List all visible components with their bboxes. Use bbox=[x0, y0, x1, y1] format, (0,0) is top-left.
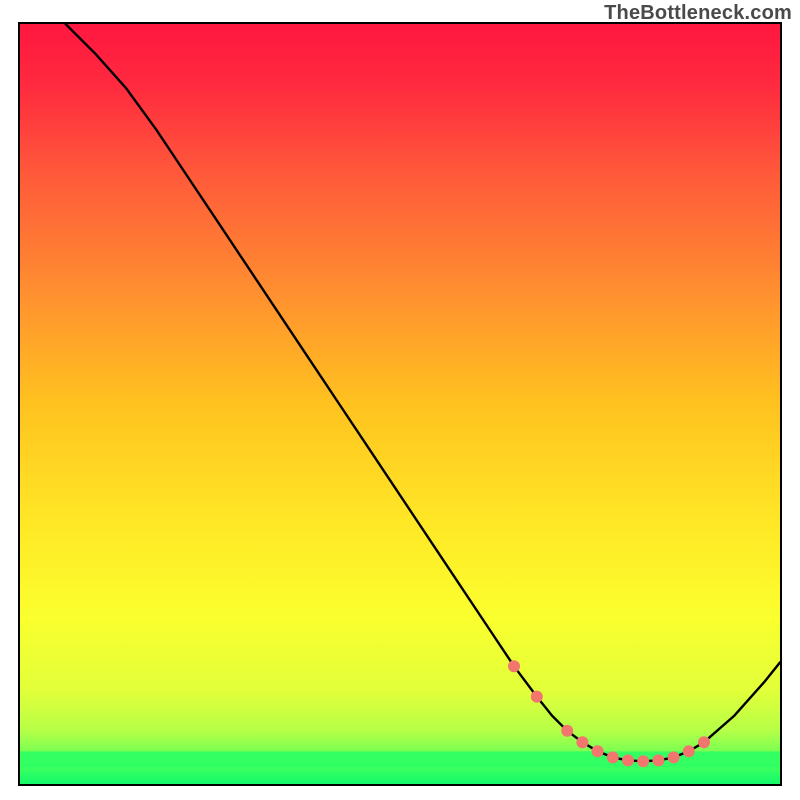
highlight-dot bbox=[652, 754, 664, 766]
chart-svg bbox=[20, 24, 780, 784]
highlight-dot bbox=[637, 755, 649, 767]
highlight-dot bbox=[622, 754, 634, 766]
highlight-dot bbox=[561, 725, 573, 737]
highlight-dot bbox=[607, 751, 619, 763]
highlight-dot bbox=[592, 745, 604, 757]
plot-area bbox=[18, 22, 782, 786]
gradient-rect bbox=[20, 24, 780, 784]
watermark-text: TheBottleneck.com bbox=[604, 2, 792, 25]
highlight-dot bbox=[508, 660, 520, 672]
highlight-dot bbox=[576, 736, 588, 748]
chart-container: TheBottleneck.com bbox=[0, 0, 800, 800]
highlight-dot bbox=[698, 736, 710, 748]
highlight-dot bbox=[683, 745, 695, 757]
highlight-dot bbox=[531, 691, 543, 703]
highlight-dot bbox=[668, 751, 680, 763]
